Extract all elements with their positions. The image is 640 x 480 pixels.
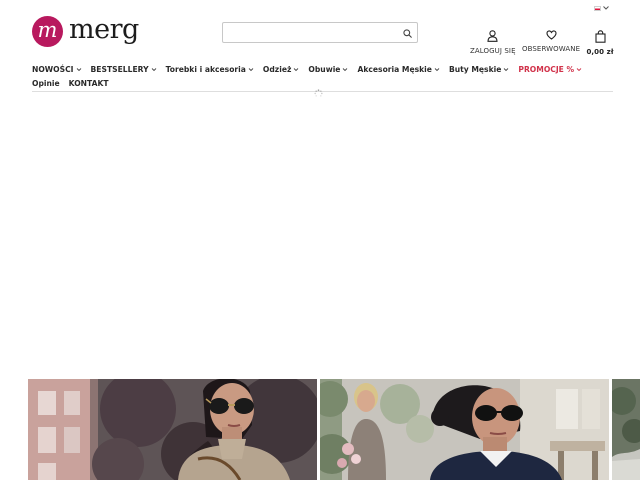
cart-total: 0,00 zł (586, 48, 614, 56)
nav-item-label: NOWOŚCI (32, 64, 74, 74)
login-link[interactable]: ZALOGUJ SIĘ (470, 30, 516, 55)
nav-item-torebki-i-akcesoria[interactable]: Torebki i akcesoria (166, 64, 254, 74)
shopping-bag-icon (594, 30, 606, 43)
search-input[interactable] (223, 23, 399, 42)
chevron-down-icon (576, 67, 582, 71)
nav-item-label: BESTSELLERY (90, 64, 149, 74)
nav-item-obuwie[interactable]: Obuwie (308, 64, 348, 74)
language-selector[interactable] (594, 5, 610, 11)
search-button[interactable] (400, 26, 414, 40)
chevron-down-icon (294, 67, 299, 71)
nav-item-label: Buty Męskie (448, 64, 502, 74)
wishlist-link[interactable]: OBSERWOWANE (522, 30, 580, 53)
user-icon (486, 30, 498, 42)
chevron-down-icon (151, 67, 156, 71)
nav-item-label: Akcesoria Męskie (357, 64, 432, 74)
search-bar (222, 22, 418, 43)
logo-link[interactable]: m merg (32, 16, 139, 47)
main-navigation: NOWOŚCI BESTSELLERY Torebki i akcesoria Odz… (32, 64, 613, 88)
flag-icon (594, 5, 601, 11)
nav-item-label: KONTAKT (68, 78, 109, 88)
chevron-down-icon (343, 67, 348, 71)
chevron-down-icon (504, 67, 509, 71)
nav-item-promocje[interactable]: PROMOCJE % (518, 64, 582, 74)
search-icon (402, 28, 412, 38)
logo-letter: m (37, 17, 58, 42)
nav-item-opinie[interactable]: Opinie (32, 78, 60, 88)
loading-spinner-icon (314, 89, 323, 97)
nav-item-label: Odzież (262, 64, 292, 74)
nav-item-label: PROMOCJE % (518, 64, 575, 74)
woman-sunglasses-beige-photo[interactable] (28, 379, 317, 480)
nav-item-odzież[interactable]: Odzież (263, 64, 299, 74)
nav-item-akcesoria-męskie[interactable]: Akcesoria Męskie (357, 64, 440, 74)
cart-link[interactable]: 0,00 zł (585, 30, 615, 56)
nav-item-label: Obuwie (308, 64, 341, 74)
nav-item-buty-męskie[interactable]: Buty Męskie (449, 64, 509, 74)
partial-photo[interactable] (612, 379, 640, 480)
logo-text: merg (69, 14, 139, 45)
banner-1-illustration (28, 379, 317, 480)
banner-2-illustration (320, 379, 609, 480)
nav-item-nowości[interactable]: NOWOŚCI (32, 64, 82, 74)
nav-item-kontakt[interactable]: KONTAKT (69, 78, 109, 88)
banner-3-illustration (612, 379, 640, 480)
nav-item-bestsellery[interactable]: BESTSELLERY (91, 64, 157, 74)
nav-item-label: Opinie (32, 78, 60, 88)
heart-icon (545, 30, 557, 40)
logo-badge: m (32, 16, 63, 47)
nav-row: NOWOŚCI BESTSELLERY Torebki i akcesoria Odz… (32, 64, 613, 88)
chevron-down-icon (603, 6, 609, 10)
wishlist-label: OBSERWOWANE (522, 45, 581, 53)
nav-item-label: Torebki i akcesoria (165, 64, 246, 74)
chevron-down-icon (76, 67, 81, 71)
login-label: ZALOGUJ SIĘ (470, 47, 516, 55)
chevron-down-icon (434, 67, 440, 71)
chevron-down-icon (248, 67, 254, 71)
woman-sunglasses-navy-photo[interactable] (320, 379, 609, 480)
